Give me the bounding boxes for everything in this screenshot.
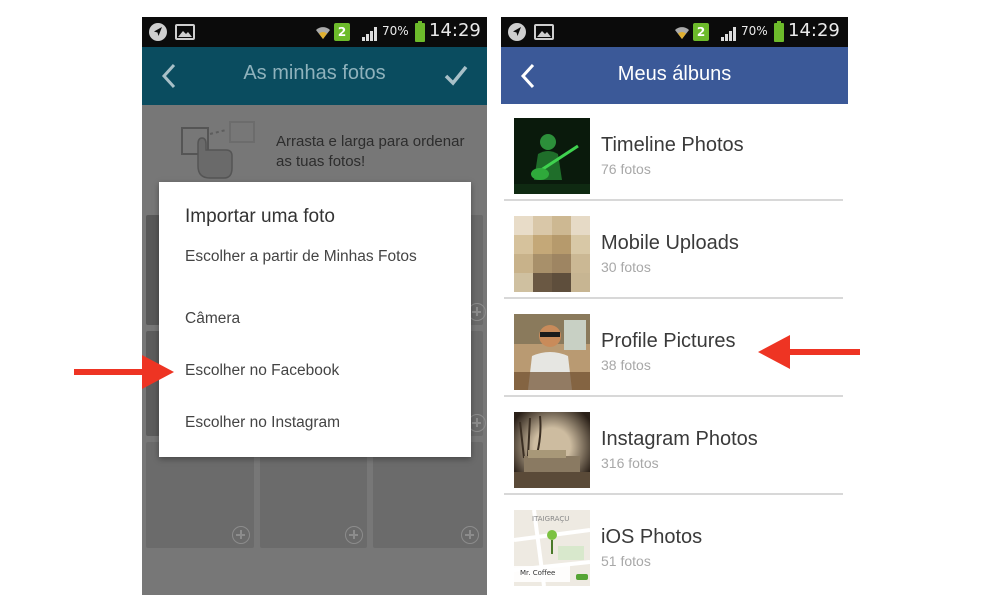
empty-photo-slot[interactable] bbox=[373, 442, 483, 548]
add-photo-icon[interactable] bbox=[232, 526, 250, 544]
album-name: Timeline Photos bbox=[601, 134, 744, 156]
navigation-icon bbox=[508, 23, 526, 41]
import-photo-dialog: Importar uma foto Escolher a partir de M… bbox=[159, 182, 471, 457]
option-my-photos[interactable]: Escolher a partir de Minhas Fotos bbox=[185, 247, 445, 267]
status-bar: 2 70% 14:29 bbox=[501, 17, 848, 47]
album-row-instagram[interactable]: Instagram Photos 316 fotos bbox=[504, 398, 843, 495]
album-thumbnail bbox=[514, 314, 590, 390]
map-label-place: Mr. Coffee bbox=[520, 569, 555, 577]
dialog-title: Importar uma foto bbox=[185, 206, 335, 227]
option-instagram[interactable]: Escolher no Instagram bbox=[185, 413, 445, 433]
album-count: 76 fotos bbox=[601, 161, 651, 177]
image-icon bbox=[175, 24, 195, 40]
album-row-ios[interactable]: ITAIGRAÇU Mr. Coffee iOS Photos 51 fotos bbox=[504, 496, 843, 593]
notification-badge: 2 bbox=[334, 23, 350, 41]
image-icon bbox=[534, 24, 554, 40]
status-bar: 2 70% 14:29 bbox=[142, 17, 487, 47]
album-name: iOS Photos bbox=[601, 526, 703, 548]
map-label-neighborhood: ITAIGRAÇU bbox=[532, 515, 569, 523]
album-row-mobile-uploads[interactable]: Mobile Uploads 30 fotos bbox=[504, 202, 843, 299]
album-count: 51 fotos bbox=[601, 553, 651, 569]
notification-badge: 2 bbox=[693, 23, 709, 41]
app-header: As minhas fotos bbox=[142, 47, 487, 105]
clock: 14:29 bbox=[429, 20, 481, 41]
page-title: Meus álbuns bbox=[617, 63, 732, 85]
navigation-icon bbox=[149, 23, 167, 41]
album-name: Instagram Photos bbox=[601, 428, 758, 450]
wifi-icon bbox=[316, 27, 330, 39]
album-name: Profile Pictures bbox=[601, 330, 736, 352]
empty-photo-slot[interactable] bbox=[146, 442, 254, 548]
album-thumbnail bbox=[514, 118, 590, 194]
album-thumbnail bbox=[514, 412, 590, 488]
wifi-icon bbox=[675, 27, 689, 39]
left-phone-screen: 2 70% 14:29 As minhas fotos Arrasta e la… bbox=[142, 17, 487, 595]
add-photo-icon[interactable] bbox=[345, 526, 363, 544]
option-facebook[interactable]: Escolher no Facebook bbox=[185, 361, 445, 381]
album-name: Mobile Uploads bbox=[601, 232, 739, 254]
add-photo-icon[interactable] bbox=[461, 526, 479, 544]
empty-photo-slot[interactable] bbox=[260, 442, 367, 548]
signal-icon bbox=[721, 27, 736, 41]
album-count: 38 fotos bbox=[601, 357, 651, 373]
annotation-arrow-left bbox=[758, 335, 860, 369]
annotation-arrow-right bbox=[74, 355, 174, 389]
photo-thumb[interactable] bbox=[146, 215, 160, 325]
album-thumbnail: ITAIGRAÇU Mr. Coffee bbox=[514, 510, 590, 586]
battery-icon bbox=[774, 21, 784, 42]
album-count: 316 fotos bbox=[601, 455, 659, 471]
battery-icon bbox=[415, 21, 425, 42]
signal-icon bbox=[362, 27, 377, 41]
right-phone-screen: 2 70% 14:29 Meus álbuns Timeline Photos bbox=[501, 17, 848, 595]
page-title: As minhas fotos bbox=[243, 62, 386, 84]
album-thumbnail bbox=[514, 216, 590, 292]
battery-percent: 70% bbox=[382, 24, 409, 38]
battery-percent: 70% bbox=[741, 24, 768, 38]
clock: 14:29 bbox=[788, 20, 840, 41]
album-row-timeline[interactable]: Timeline Photos 76 fotos bbox=[504, 104, 843, 201]
option-camera[interactable]: Câmera bbox=[185, 309, 445, 329]
drag-hint-icon bbox=[181, 121, 255, 179]
album-count: 30 fotos bbox=[601, 259, 651, 275]
drag-hint-text: Arrasta e larga para ordenar as tuas fot… bbox=[276, 133, 465, 170]
app-header: Meus álbuns bbox=[501, 47, 848, 104]
checkmark-icon[interactable] bbox=[443, 61, 469, 89]
